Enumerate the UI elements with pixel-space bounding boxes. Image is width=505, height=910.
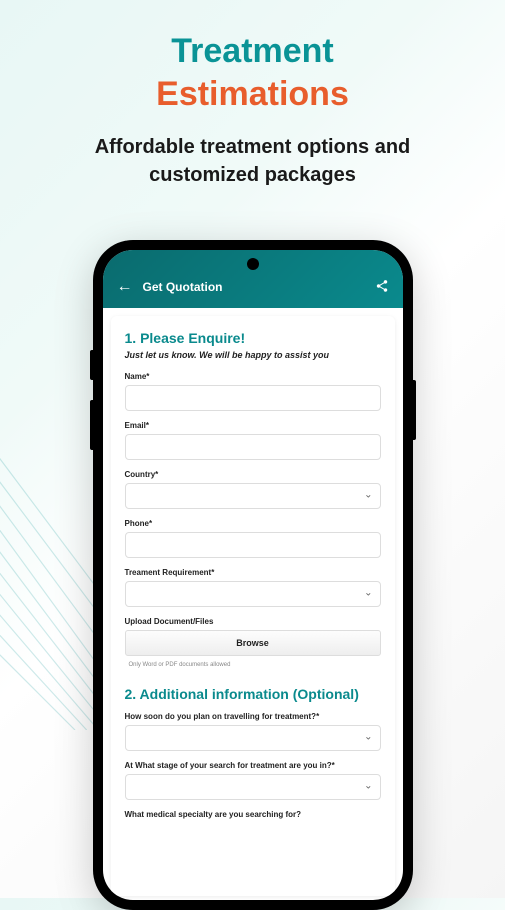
headline-word1: Treatment [171,32,334,70]
file-hint: Only Word or PDF documents allowed [125,662,381,668]
subheadline: Affordable treatment options and customi… [0,125,505,209]
phone-notch [247,258,259,270]
browse-button[interactable]: Browse [125,630,381,656]
q2-select[interactable] [125,774,381,800]
phone-label: Phone* [125,519,381,528]
name-label: Name* [125,372,381,381]
country-select[interactable] [125,483,381,509]
treatment-label: Treament Requirement* [125,568,381,577]
share-icon[interactable] [375,279,389,296]
phone-screen: ← Get Quotation 1. Please Enquire! Just … [103,250,403,900]
headline: Treatment Estimations [0,0,505,125]
form-card: 1. Please Enquire! Just let us know. We … [111,316,395,896]
q1-select[interactable] [125,725,381,751]
q3-label: What medical specialty are you searching… [125,810,381,819]
phone-frame: ← Get Quotation 1. Please Enquire! Just … [93,240,413,910]
headline-word2: Estimations [156,75,349,113]
app-title: Get Quotation [143,280,223,294]
q1-label: How soon do you plan on travelling for t… [125,712,381,721]
email-label: Email* [125,421,381,430]
treatment-select[interactable] [125,581,381,607]
name-input[interactable] [125,385,381,411]
email-input[interactable] [125,434,381,460]
phone-input[interactable] [125,532,381,558]
section2-title: 2. Additional information (Optional) [125,686,381,702]
section1-subtitle: Just let us know. We will be happy to as… [125,350,381,360]
q2-label: At What stage of your search for treatme… [125,761,381,770]
back-arrow-icon[interactable]: ← [117,278,133,296]
upload-label: Upload Document/Files [125,617,381,626]
section1-title: 1. Please Enquire! [125,330,381,346]
country-label: Country* [125,470,381,479]
